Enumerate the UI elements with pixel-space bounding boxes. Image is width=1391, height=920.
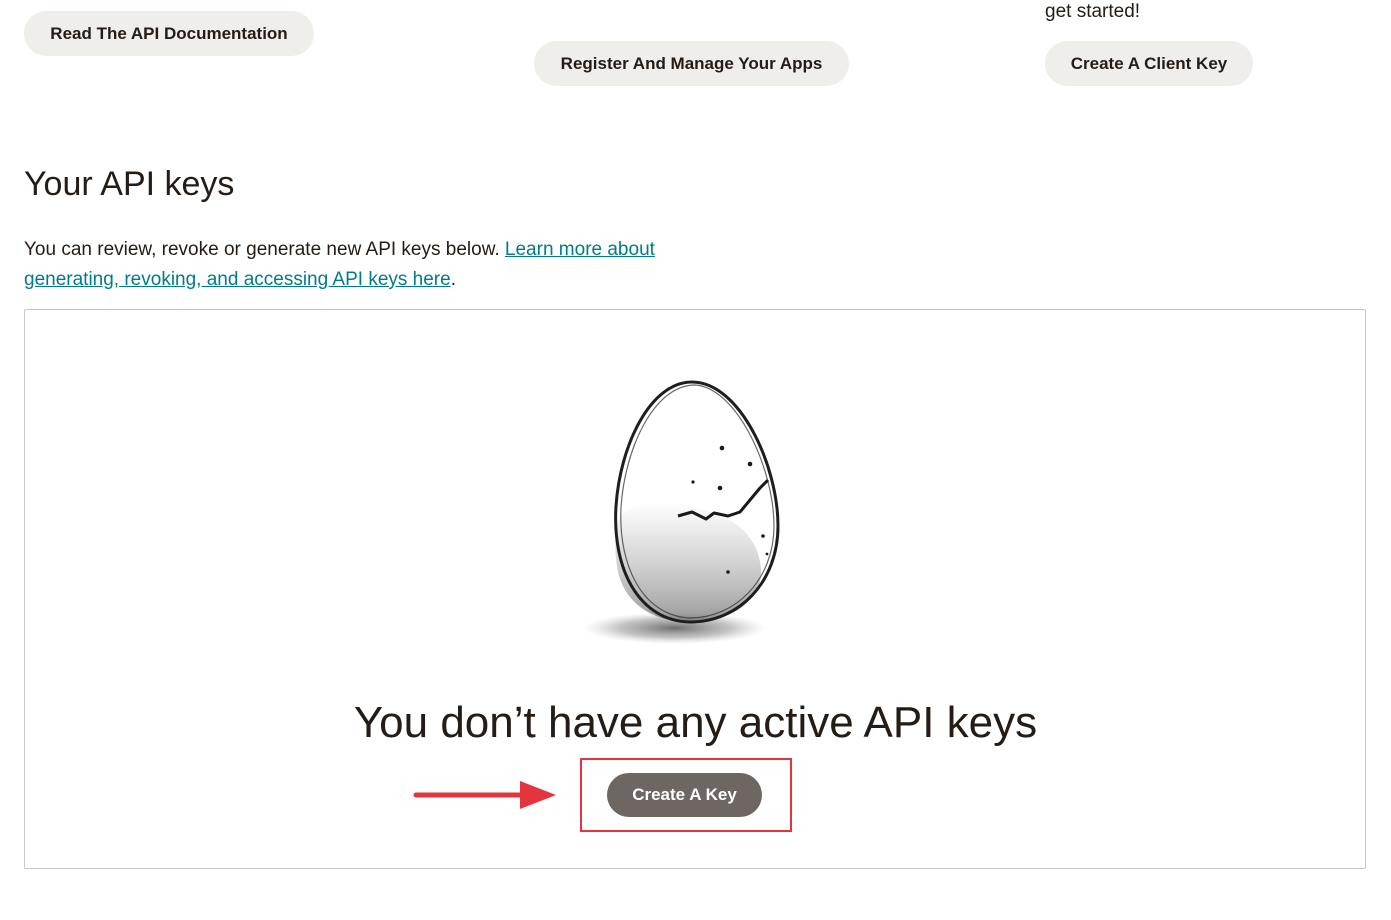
api-keys-description: You can review, revoke or generate new A… (24, 235, 744, 295)
read-api-docs-button[interactable]: Read The API Documentation (24, 11, 314, 56)
register-apps-button[interactable]: Register And Manage Your Apps (534, 41, 849, 86)
description-text: You can review, revoke or generate new A… (24, 239, 505, 260)
arrow-right-icon (412, 778, 562, 817)
description-end: . (450, 269, 456, 290)
page: get started! Read The API Documentation … (0, 0, 1391, 920)
get-started-text: get started! (1045, 1, 1141, 22)
cracked-egg-illustration (580, 376, 810, 651)
empty-state-title: You don’t have any active API keys (353, 698, 1038, 747)
create-client-key-button[interactable]: Create A Client Key (1045, 41, 1253, 86)
section-title: Your API keys (24, 165, 235, 203)
create-key-button[interactable]: Create A Key (607, 773, 762, 817)
